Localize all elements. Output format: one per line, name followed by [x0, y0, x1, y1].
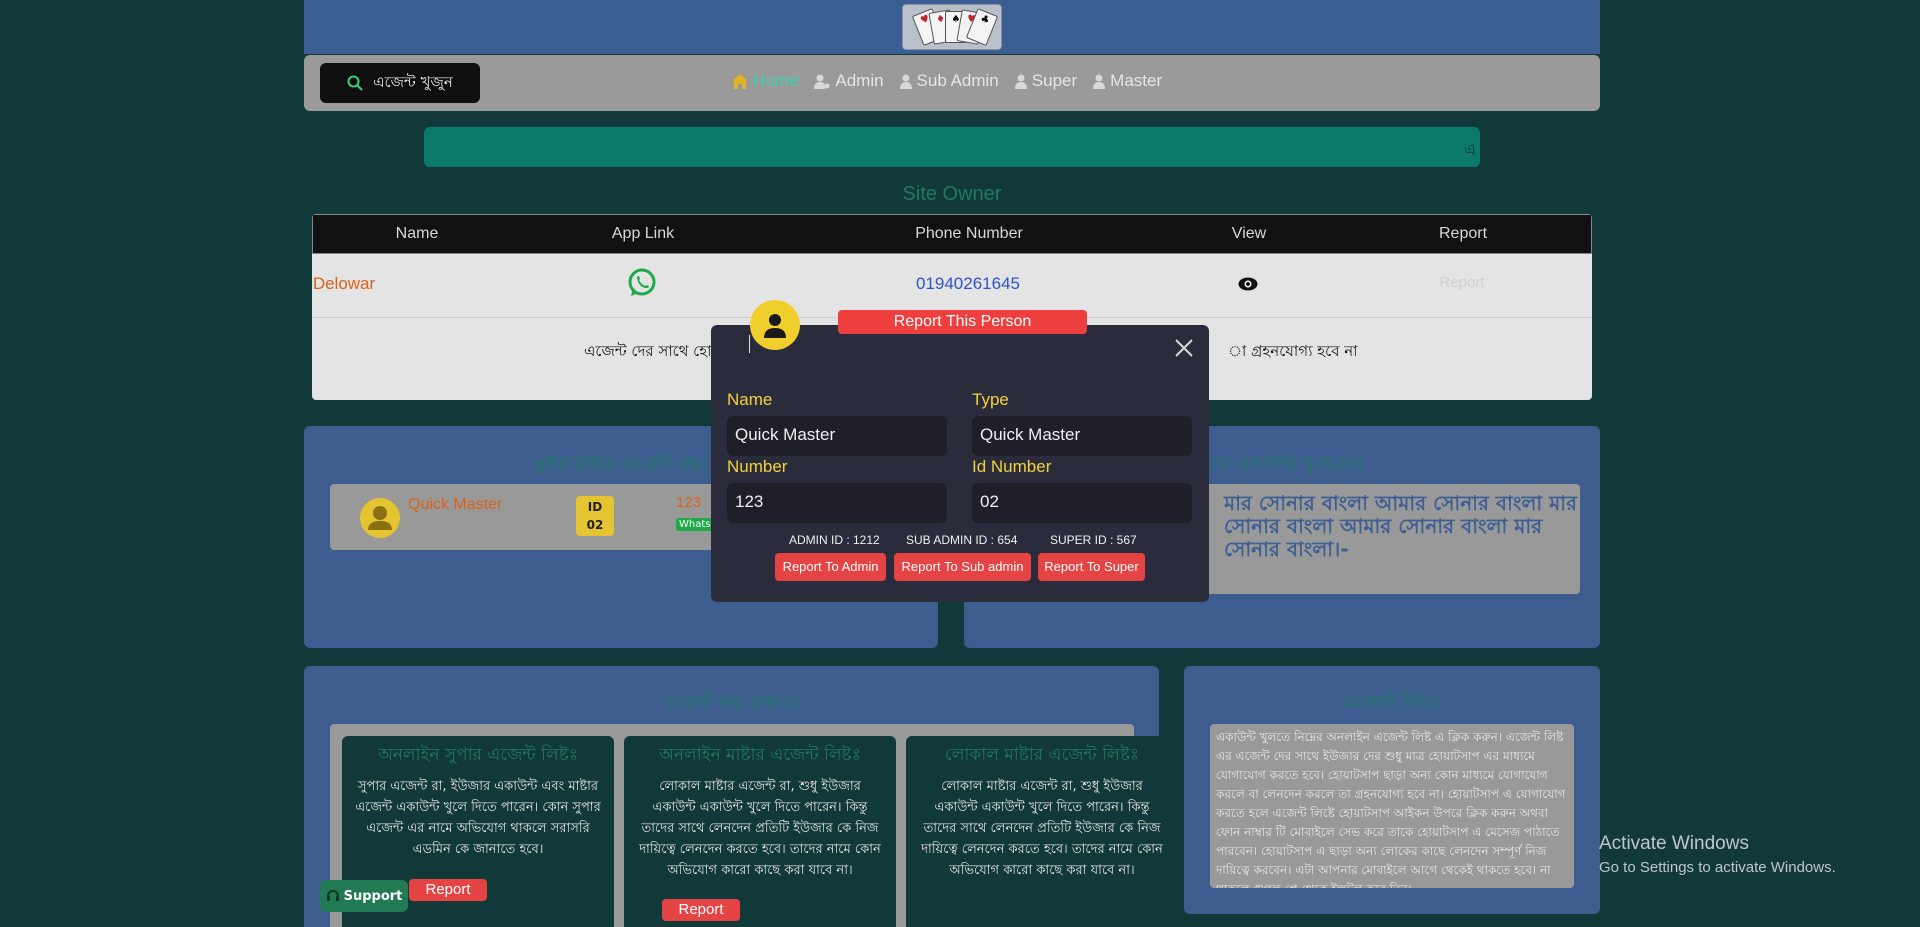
col-report: Report — [1438, 225, 1488, 242]
view-button[interactable] — [1238, 276, 1258, 296]
report-to-super-button[interactable]: Report To Super — [1038, 553, 1145, 581]
id-number-field[interactable]: 02 — [972, 483, 1192, 523]
user-gear-icon — [814, 74, 830, 89]
agent-list-text: একাউন্ট খুলতে নিম্নের অনলাইন এজেন্ট লিষ্… — [1210, 724, 1574, 888]
report-modal: Name Quick Master Type Quick Master Numb… — [711, 325, 1209, 602]
col-name: Name — [395, 225, 439, 242]
modal-title: Report This Person — [838, 310, 1087, 334]
nav-master[interactable]: Master — [1093, 71, 1162, 91]
site-logo[interactable]: ♥ ♦ ♠ ♥ ♣ — [902, 4, 1002, 50]
name-label: Name — [727, 390, 773, 409]
avatar — [360, 498, 400, 538]
table-header: Name App Link Phone Number View Report — [312, 214, 1592, 254]
activate-windows-watermark: Activate Windows Go to Settings to activ… — [1599, 833, 1836, 876]
user-icon — [368, 506, 392, 530]
sub-admin-id-text: SUB ADMIN ID : 654 — [906, 533, 1018, 547]
home-icon — [732, 73, 748, 89]
whatsapp-badge[interactable]: Whats — [676, 518, 714, 531]
search-agent-label: এজেন্ট খুজুন — [373, 72, 453, 91]
notice-marquee: এ — [424, 127, 1480, 167]
report-to-admin-button[interactable]: Report To Admin — [775, 553, 886, 581]
agent-name: Quick Master — [408, 496, 503, 513]
nav-menu: Home Admin Sub Admin Super Master — [732, 71, 1162, 91]
agent-id-badge: ID 02 — [576, 496, 614, 536]
eye-icon — [1238, 277, 1258, 291]
agent-type-card-local-master: লোকাল মাষ্টার এজেন্ট লিষ্টঃ লোকাল মাষ্টা… — [906, 736, 1178, 927]
admin-id-text: ADMIN ID : 1212 — [789, 533, 880, 547]
type-field[interactable]: Quick Master — [972, 416, 1192, 456]
search-agent-button[interactable]: এজেন্ট খুজুন — [320, 63, 480, 103]
close-button[interactable] — [1175, 339, 1193, 362]
main-navbar: এজেন্ট খুজুন Home Admin Sub Admin Super … — [304, 55, 1600, 111]
agent-types-title: এজেন্ট কয় প্রকারঃ — [663, 692, 800, 713]
table-row: Delowar 01940261645 Report — [312, 254, 1592, 318]
id-number-label: Id Number — [972, 457, 1052, 476]
nav-super[interactable]: Super — [1014, 71, 1077, 91]
report-to-sub-admin-button[interactable]: Report To Sub admin — [894, 553, 1031, 581]
modal-avatar — [750, 300, 800, 350]
col-view: View — [1231, 225, 1267, 242]
owner-name: Delowar — [312, 274, 376, 293]
col-phone: Phone Number — [915, 225, 1023, 242]
whatsapp-icon — [628, 268, 656, 296]
logo-bar: ♥ ♦ ♠ ♥ ♣ — [304, 0, 1600, 54]
search-icon — [347, 75, 363, 91]
agent-number: 123 — [676, 494, 702, 511]
user-icon — [1014, 74, 1027, 89]
report-master-button[interactable]: Report — [662, 899, 740, 921]
headset-icon — [326, 889, 339, 901]
user-icon — [764, 314, 786, 338]
super-id-text: SUPER ID : 567 — [1050, 533, 1137, 547]
nav-admin[interactable]: Admin — [814, 71, 884, 91]
agent-list-title: এজেন্ট লিষ্টঃ — [1344, 692, 1440, 713]
whatsapp-link[interactable] — [627, 268, 657, 303]
agent-list-panel: এজেন্ট লিষ্টঃ একাউন্ট খুলতে নিম্নের অনলা… — [1184, 666, 1600, 914]
owner-phone[interactable]: 01940261645 — [916, 274, 1020, 294]
owner-report-link[interactable]: Report — [1439, 274, 1484, 291]
number-label: Number — [727, 457, 788, 476]
report-super-button[interactable]: Report — [409, 879, 487, 901]
name-field[interactable]: Quick Master — [727, 416, 947, 456]
user-icon — [899, 74, 912, 89]
nav-home[interactable]: Home — [732, 71, 798, 91]
type-label: Type — [972, 390, 1009, 409]
site-owner-title: Site Owner — [902, 183, 1002, 205]
close-icon — [1175, 339, 1193, 357]
text-caret — [749, 335, 750, 353]
support-button[interactable]: Support — [320, 880, 408, 912]
col-app-link: App Link — [611, 225, 675, 242]
number-field[interactable]: 123 — [727, 483, 947, 523]
agent-types-panel: এজেন্ট কয় প্রকারঃ অনলাইন সুপার এজেন্ট ল… — [304, 666, 1178, 927]
nav-sub-admin[interactable]: Sub Admin — [899, 71, 999, 91]
user-icon — [1093, 74, 1106, 89]
